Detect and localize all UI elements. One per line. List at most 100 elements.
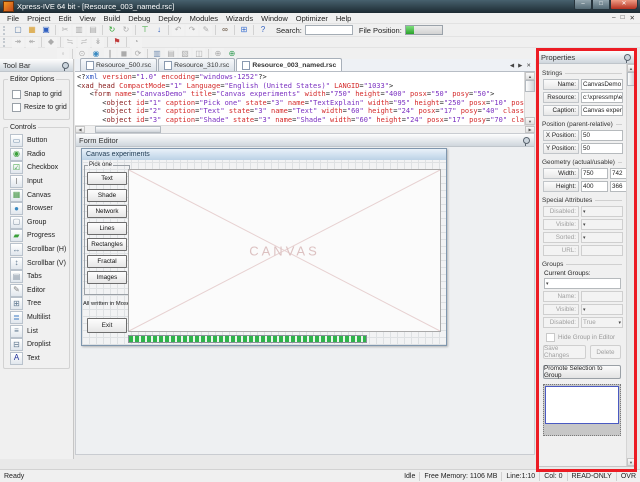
code-vertical-scrollbar[interactable]: ▲ ▼	[524, 72, 535, 125]
lines-button[interactable]: Lines	[87, 222, 127, 235]
control-item-tree[interactable]: ⊞Tree	[6, 297, 67, 311]
mdi-close-button[interactable]: ✕	[630, 14, 635, 22]
properties-scrollbar[interactable]: ▲ ▼	[626, 64, 635, 466]
property-label[interactable]: Y Position:	[543, 143, 579, 154]
control-item-radio[interactable]: ◉Radio	[6, 148, 67, 162]
scroll-down-icon[interactable]: ▼	[525, 117, 535, 125]
menu-help[interactable]: Help	[332, 14, 355, 23]
menu-edit[interactable]: Edit	[54, 14, 75, 23]
new-file-icon[interactable]: ▢	[12, 25, 24, 36]
pin-icon[interactable]	[624, 54, 631, 61]
scrollbar-thumb[interactable]	[95, 126, 161, 133]
property-value[interactable]: 400	[581, 181, 608, 192]
mdi-restore-button[interactable]: □	[621, 14, 625, 22]
menu-deploy[interactable]: Deploy	[154, 14, 185, 23]
property-value[interactable]: 750	[581, 168, 608, 179]
tab-scroll-right-icon[interactable]: ▶	[518, 63, 522, 69]
control-item-text[interactable]: AText	[6, 352, 67, 366]
control-item-group[interactable]: ▢Group	[6, 216, 67, 230]
tab-close-icon[interactable]: ✕	[526, 63, 531, 69]
promote-selection-button[interactable]: Promote Selection to Group	[543, 365, 621, 379]
scrollbar-thumb[interactable]	[627, 72, 635, 86]
shade-button[interactable]: Shade	[87, 189, 127, 202]
menu-view[interactable]: View	[75, 14, 99, 23]
property-value[interactable]: 742	[610, 168, 626, 179]
property-input[interactable]: Canvas experir	[581, 105, 623, 116]
checkbox[interactable]	[12, 103, 21, 112]
property-input[interactable]: c:\xpressmp\ex	[581, 92, 623, 103]
scroll-left-icon[interactable]: ◀	[75, 126, 85, 133]
property-input[interactable]: 50	[581, 130, 623, 141]
control-item-canvas[interactable]: ▦Canvas	[6, 188, 67, 202]
menu-build[interactable]: Build	[100, 14, 125, 23]
control-item-editor[interactable]: ✎Editor	[6, 284, 67, 298]
control-item-input[interactable]: IInput	[6, 175, 67, 189]
control-item-browser[interactable]: ●Browser	[6, 202, 67, 216]
scroll-down-icon[interactable]: ▼	[627, 458, 635, 466]
menu-wizards[interactable]: Wizards	[222, 14, 257, 23]
code-horizontal-scrollbar[interactable]: ◀ ▶	[75, 125, 535, 133]
restore-button[interactable]: □	[592, 0, 610, 10]
save-icon[interactable]: ▣	[40, 25, 52, 36]
scroll-up-icon[interactable]: ▲	[525, 72, 535, 80]
text-button[interactable]: Text	[87, 172, 127, 185]
pin-icon[interactable]	[62, 62, 69, 69]
scroll-up-icon[interactable]: ▲	[627, 64, 635, 72]
control-item-scrollbar-v[interactable]: ↕Scrollbar (V)	[6, 256, 67, 270]
current-groups-select[interactable]: ▾	[544, 278, 621, 289]
stop-run-icon[interactable]: ↓	[153, 25, 165, 36]
control-item-tabs[interactable]: ▤Tabs	[6, 270, 67, 284]
property-value[interactable]: 366	[610, 181, 626, 192]
scrollbar-thumb[interactable]	[525, 80, 535, 92]
property-label[interactable]: Caption:	[543, 105, 579, 116]
pin-icon[interactable]	[523, 137, 530, 144]
run-model-icon[interactable]: ⊤	[139, 25, 151, 36]
close-button[interactable]: ✕	[610, 0, 638, 10]
menu-file[interactable]: File	[3, 14, 23, 23]
control-item-checkbox[interactable]: ☑Checkbox	[6, 161, 67, 175]
tab-scroll-left-icon[interactable]: ◀	[510, 63, 514, 69]
exit-button[interactable]: Exit	[87, 318, 127, 333]
find-icon[interactable]: ∞	[219, 25, 231, 36]
property-label[interactable]: Width:	[543, 168, 579, 179]
control-item-scrollbar-h[interactable]: ↔Scrollbar (H)	[6, 243, 67, 257]
profiler-icon[interactable]: ⚑	[111, 37, 123, 48]
pick-one-groupbox[interactable]: Pick one TextShadeNetworkLinesRectangles…	[84, 165, 130, 295]
window-layout-icon[interactable]: ⊞	[238, 25, 250, 36]
progress-bar-control[interactable]	[128, 335, 367, 343]
tab-resource_310.rsc[interactable]: Resource_310.rsc	[158, 58, 235, 71]
menu-optimizer[interactable]: Optimizer	[292, 14, 332, 23]
menu-project[interactable]: Project	[23, 14, 54, 23]
property-label[interactable]: Height:	[543, 181, 579, 192]
toolbar-grip[interactable]	[3, 26, 8, 35]
control-item-droplist[interactable]: ⊟Droplist	[6, 338, 67, 352]
control-item-button[interactable]: ▭Button	[6, 134, 67, 148]
menu-modules[interactable]: Modules	[186, 14, 222, 23]
compile-icon[interactable]: ↻	[106, 25, 118, 36]
property-label[interactable]: X Position:	[543, 130, 579, 141]
property-input[interactable]: CanvasDemo	[581, 79, 623, 90]
fractal-button[interactable]: Fractal	[87, 255, 127, 268]
mdi-minimize-button[interactable]: –	[612, 14, 616, 22]
search-input[interactable]	[305, 25, 353, 35]
control-item-multilist[interactable]: ≣Multilist	[6, 311, 67, 325]
scroll-right-icon[interactable]: ▶	[525, 126, 535, 133]
open-file-icon[interactable]: ▦	[26, 25, 38, 36]
rectangles-button[interactable]: Rectangles	[87, 238, 127, 251]
menu-debug[interactable]: Debug	[124, 14, 154, 23]
tab-resource_500.rsc[interactable]: Resource_500.rsc	[80, 58, 157, 71]
toolbar-grip[interactable]	[3, 38, 8, 47]
menu-window[interactable]: Window	[257, 14, 292, 23]
property-input[interactable]: 50	[581, 143, 623, 154]
control-item-progress[interactable]: ▰Progress	[6, 229, 67, 243]
minimize-button[interactable]: –	[574, 0, 592, 10]
property-label[interactable]: Resource:	[543, 92, 579, 103]
help-icon[interactable]: ?	[257, 25, 269, 36]
designed-form-window[interactable]: Canvas experiments Pick one TextShadeNet…	[81, 148, 447, 346]
tab-resource_003_named.rsc[interactable]: Resource_003_named.rsc	[236, 58, 342, 71]
network-button[interactable]: Network	[87, 205, 127, 218]
checkbox[interactable]	[12, 90, 21, 99]
images-button[interactable]: Images	[87, 271, 127, 284]
canvas-control[interactable]: CANVAS	[128, 169, 441, 332]
xml-code-editor[interactable]: <?xml version="1.0" encoding="windows-12…	[75, 72, 524, 125]
